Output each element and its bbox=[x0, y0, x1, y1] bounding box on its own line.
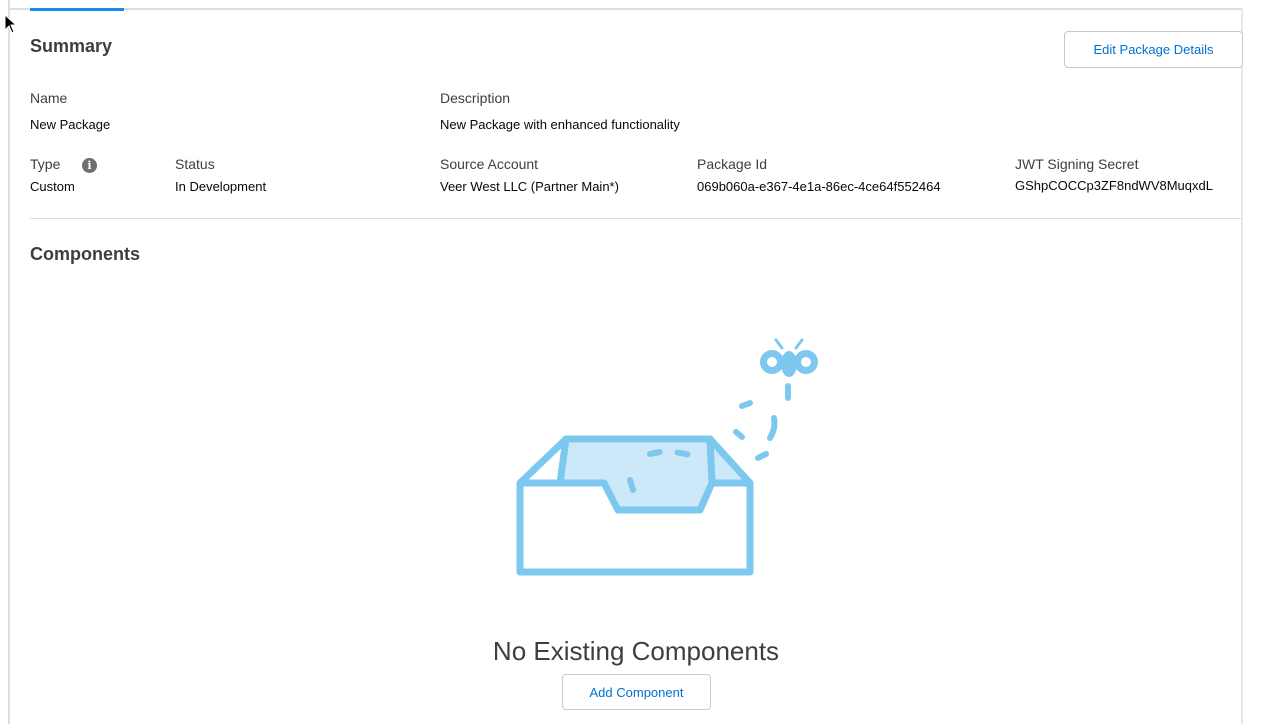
package-detail-panel: Summary Edit Package Details Name New Pa… bbox=[0, 0, 1264, 724]
section-divider bbox=[30, 218, 1242, 219]
panel-left-border bbox=[8, 0, 10, 724]
info-icon[interactable]: i bbox=[82, 158, 97, 173]
name-value: New Package bbox=[30, 117, 111, 132]
add-component-button[interactable]: Add Component bbox=[562, 674, 711, 710]
summary-heading: Summary bbox=[30, 36, 113, 56]
empty-state-message: No Existing Components bbox=[492, 636, 780, 666]
jwt-secret-value: GShpCOCCp3ZF8ndWV8MuqxdL bbox=[1015, 178, 1213, 193]
mouse-cursor-icon bbox=[4, 14, 18, 34]
type-label: Type bbox=[30, 156, 61, 172]
description-value: New Package with enhanced functionality bbox=[440, 117, 680, 132]
status-value: In Development bbox=[175, 179, 267, 194]
package-id-value: 069b060a-e367-4e1a-86ec-4ce64f552464 bbox=[697, 179, 941, 194]
package-id-label: Package Id bbox=[697, 156, 768, 172]
panel-top-border bbox=[10, 8, 1242, 10]
status-label: Status bbox=[175, 156, 215, 172]
active-tab-indicator[interactable] bbox=[30, 8, 124, 11]
jwt-secret-clip: GShpCOCCp3ZF8ndWV8MuqxdL bbox=[1015, 178, 1241, 193]
components-heading: Components bbox=[30, 244, 140, 264]
panel-right-border bbox=[1241, 8, 1243, 724]
jwt-secret-label: JWT Signing Secret bbox=[1015, 156, 1139, 172]
source-account-label: Source Account bbox=[440, 156, 539, 172]
description-label: Description bbox=[440, 90, 511, 106]
edit-package-details-button[interactable]: Edit Package Details bbox=[1064, 31, 1243, 68]
type-value: Custom bbox=[30, 179, 75, 194]
source-account-value: Veer West LLC (Partner Main*) bbox=[440, 179, 619, 194]
name-label: Name bbox=[30, 90, 68, 106]
open-box-with-bug-icon bbox=[516, 338, 818, 576]
